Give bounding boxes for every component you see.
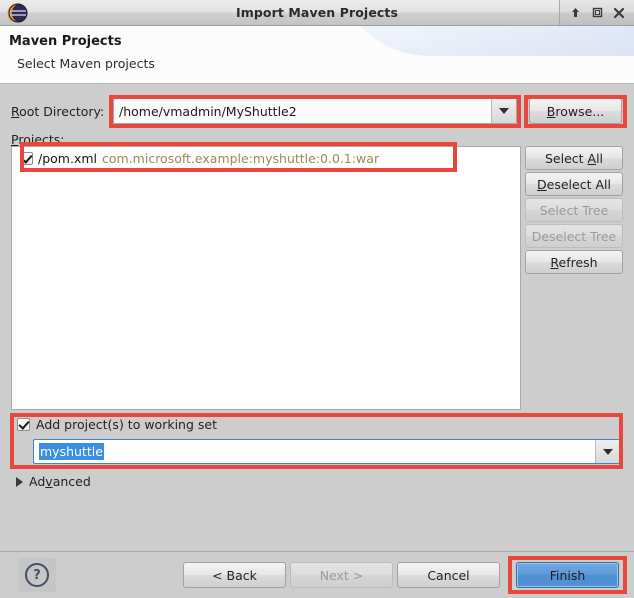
working-set-checkbox-label: Add project(s) to working set bbox=[36, 417, 217, 432]
working-set-checkbox-row[interactable]: Add project(s) to working set bbox=[17, 417, 217, 432]
question-mark-icon: ? bbox=[25, 563, 49, 587]
working-set-dropdown-arrow[interactable] bbox=[595, 440, 620, 463]
advanced-section-toggle[interactable]: Advanced bbox=[16, 474, 91, 489]
browse-button-label: Browse... bbox=[546, 103, 605, 119]
select-tree-button[interactable]: Select Tree bbox=[525, 198, 623, 222]
deselect-tree-label: Deselect Tree bbox=[531, 228, 617, 244]
project-coordinates: com.microsoft.example:myshuttle:0.0.1:wa… bbox=[102, 150, 380, 166]
working-set-value: myshuttle bbox=[39, 443, 104, 460]
project-path: /pom.xml bbox=[38, 150, 97, 166]
browse-button[interactable]: Browse... bbox=[529, 98, 622, 124]
window-title: Import Maven Projects bbox=[235, 5, 399, 20]
page-title: Maven Projects bbox=[9, 34, 122, 49]
shade-icon[interactable] bbox=[564, 1, 586, 25]
back-button[interactable]: < Back bbox=[183, 562, 286, 588]
window-titlebar: Import Maven Projects bbox=[0, 0, 634, 26]
advanced-label: Advanced bbox=[29, 474, 91, 489]
header-swoosh-decoration bbox=[334, 26, 634, 56]
dialog-footer: ? < Back Next > Cancel Finish bbox=[0, 551, 634, 598]
projects-label: Projects: bbox=[11, 132, 65, 147]
deselect-tree-button[interactable]: Deselect Tree bbox=[525, 224, 623, 248]
select-tree-label: Select Tree bbox=[539, 202, 609, 218]
root-directory-input[interactable]: /home/vmadmin/MyShuttle2 bbox=[114, 99, 491, 123]
next-button-label: Next > bbox=[319, 567, 364, 583]
projects-list[interactable]: /pom.xml com.microsoft.example:myshuttle… bbox=[11, 146, 521, 410]
maximize-icon[interactable] bbox=[586, 1, 608, 25]
help-button[interactable]: ? bbox=[18, 558, 56, 592]
select-all-label: Select All bbox=[544, 150, 604, 166]
chevron-right-icon bbox=[16, 476, 23, 487]
next-button[interactable]: Next > bbox=[290, 562, 393, 588]
project-checkbox[interactable] bbox=[20, 151, 33, 165]
page-subtitle: Select Maven projects bbox=[17, 56, 155, 71]
dialog-body: Root Directory: /home/vmadmin/MyShuttle2… bbox=[0, 84, 634, 551]
back-button-label: < Back bbox=[212, 567, 257, 583]
select-all-button[interactable]: Select All bbox=[525, 146, 623, 170]
chevron-down-icon bbox=[603, 448, 613, 455]
root-directory-combo[interactable]: /home/vmadmin/MyShuttle2 bbox=[113, 98, 517, 124]
working-set-checkbox[interactable] bbox=[17, 418, 30, 431]
import-maven-projects-dialog: Import Maven Projects Maven Projects Sel… bbox=[0, 0, 634, 598]
finish-button-label: Finish bbox=[549, 567, 586, 583]
cancel-button[interactable]: Cancel bbox=[397, 562, 500, 588]
refresh-label: Refresh bbox=[550, 254, 598, 270]
deselect-all-button[interactable]: Deselect All bbox=[525, 172, 623, 196]
chevron-down-icon bbox=[499, 108, 509, 114]
deselect-all-label: Deselect All bbox=[537, 176, 611, 192]
finish-button[interactable]: Finish bbox=[516, 562, 619, 588]
close-icon[interactable] bbox=[608, 1, 630, 25]
wizard-header: Maven Projects Select Maven projects bbox=[0, 26, 634, 84]
working-set-combo[interactable]: myshuttle bbox=[33, 439, 621, 464]
root-directory-dropdown-arrow[interactable] bbox=[491, 99, 516, 123]
working-set-input[interactable]: myshuttle bbox=[34, 440, 595, 463]
cancel-button-label: Cancel bbox=[427, 567, 470, 583]
root-directory-label: Root Directory: bbox=[11, 104, 105, 119]
window-controls bbox=[559, 0, 634, 25]
refresh-button[interactable]: Refresh bbox=[525, 250, 623, 274]
table-row[interactable]: /pom.xml com.microsoft.example:myshuttle… bbox=[12, 147, 520, 169]
